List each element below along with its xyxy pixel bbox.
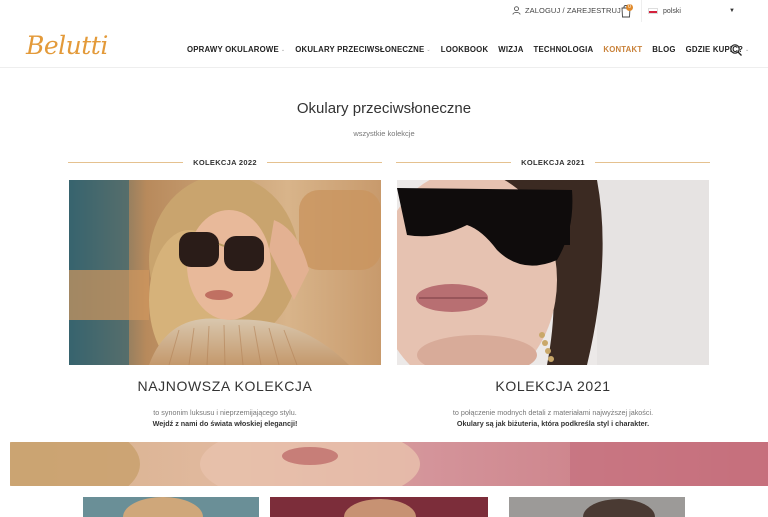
user-icon — [512, 6, 521, 15]
language-label: polski — [663, 7, 681, 15]
section-header-2022: KOLEKCJA 2022 — [68, 158, 382, 167]
main-header: Belutti OPRAWY OKULAROWE ⌄ OKULARY PRZEC… — [0, 24, 768, 68]
poland-flag-icon — [648, 8, 658, 14]
section-label: KOLEKCJA 2021 — [521, 158, 585, 167]
divider-line — [266, 162, 382, 163]
nav-label: LOOKBOOK — [440, 45, 489, 54]
login-label: ZALOGUJ / ZAREJESTRUJ — [525, 6, 621, 15]
brand-logo[interactable]: Belutti — [26, 31, 108, 60]
nav-label: BLOG — [652, 45, 676, 54]
collection-2022-description: to synonim luksusu i nieprzemijającego s… — [69, 407, 381, 429]
description-emphasis: Wejdź z nami do świata włoskiej elegancj… — [152, 419, 298, 428]
search-icon[interactable] — [729, 43, 743, 57]
top-bar: ZALOGUJ / ZAREJESTRUJ 0 polski ▼ — [0, 0, 768, 24]
nav-item-wizja[interactable]: WIZJA — [498, 45, 523, 54]
login-link[interactable]: ZALOGUJ / ZAREJESTRUJ — [512, 6, 621, 15]
page-title: Okulary przeciwsłoneczne — [296, 100, 472, 117]
collection-2021-image[interactable] — [397, 180, 709, 365]
nav-item-blog[interactable]: BLOG — [652, 45, 675, 54]
nav-item-technologia[interactable]: TECHNOLOGIA — [534, 45, 594, 54]
collection-2021-description: to połączenie modnych detali z materiała… — [397, 407, 709, 429]
thumbnail-image[interactable] — [270, 497, 488, 517]
nav-label: WIZJA — [498, 45, 524, 54]
nav-label: TECHNOLOGIA — [533, 45, 594, 54]
section-header-2021: KOLEKCJA 2021 — [396, 158, 710, 167]
collection-2022-image[interactable] — [69, 180, 381, 365]
divider-line — [594, 162, 710, 163]
collection-2022-title[interactable]: NAJNOWSZA KOLEKCJA — [69, 378, 381, 394]
caret-down-icon: ▼ — [729, 8, 735, 14]
divider-line — [396, 162, 512, 163]
chevron-down-icon: ⌄ — [280, 46, 286, 53]
nav-label: OKULARY PRZECIWSŁONECZNE — [295, 45, 425, 54]
thumbnail-image[interactable] — [509, 497, 685, 517]
nav-label: KONTAKT — [603, 45, 643, 54]
divider-line — [68, 162, 184, 163]
nav-item-oprawy-okularowe[interactable]: OPRAWY OKULAROWE ⌄ — [187, 45, 285, 54]
collection-2021-title[interactable]: KOLEKCJA 2021 — [397, 378, 709, 394]
main-nav: OPRAWY OKULAROWE ⌄ OKULARY PRZECIWSŁONEC… — [187, 45, 749, 54]
language-selector[interactable]: polski ▼ — [641, 0, 741, 22]
chevron-down-icon: ⌄ — [745, 46, 750, 53]
nav-label: OPRAWY OKULAROWE — [187, 45, 279, 54]
page-subtitle: wszystkie kolekcje — [353, 129, 415, 138]
section-label: KOLEKCJA 2022 — [193, 158, 257, 167]
thumbnail-image[interactable] — [83, 497, 259, 517]
description-emphasis: Okulary są jak biżuteria, która podkreśl… — [456, 419, 650, 428]
nav-item-lookbook[interactable]: LOOKBOOK — [441, 45, 489, 54]
description-line: to synonim luksusu i nieprzemijającego s… — [153, 408, 297, 417]
description-line: to połączenie modnych detali z materiała… — [452, 408, 654, 417]
nav-item-okulary-przeciwsloneczne[interactable]: OKULARY PRZECIWSŁONECZNE ⌄ — [295, 45, 431, 54]
nav-item-kontakt[interactable]: KONTAKT — [603, 45, 642, 54]
promo-banner-image — [10, 442, 768, 486]
chevron-down-icon: ⌄ — [426, 46, 431, 53]
cart-count-badge: 0 — [626, 4, 633, 11]
